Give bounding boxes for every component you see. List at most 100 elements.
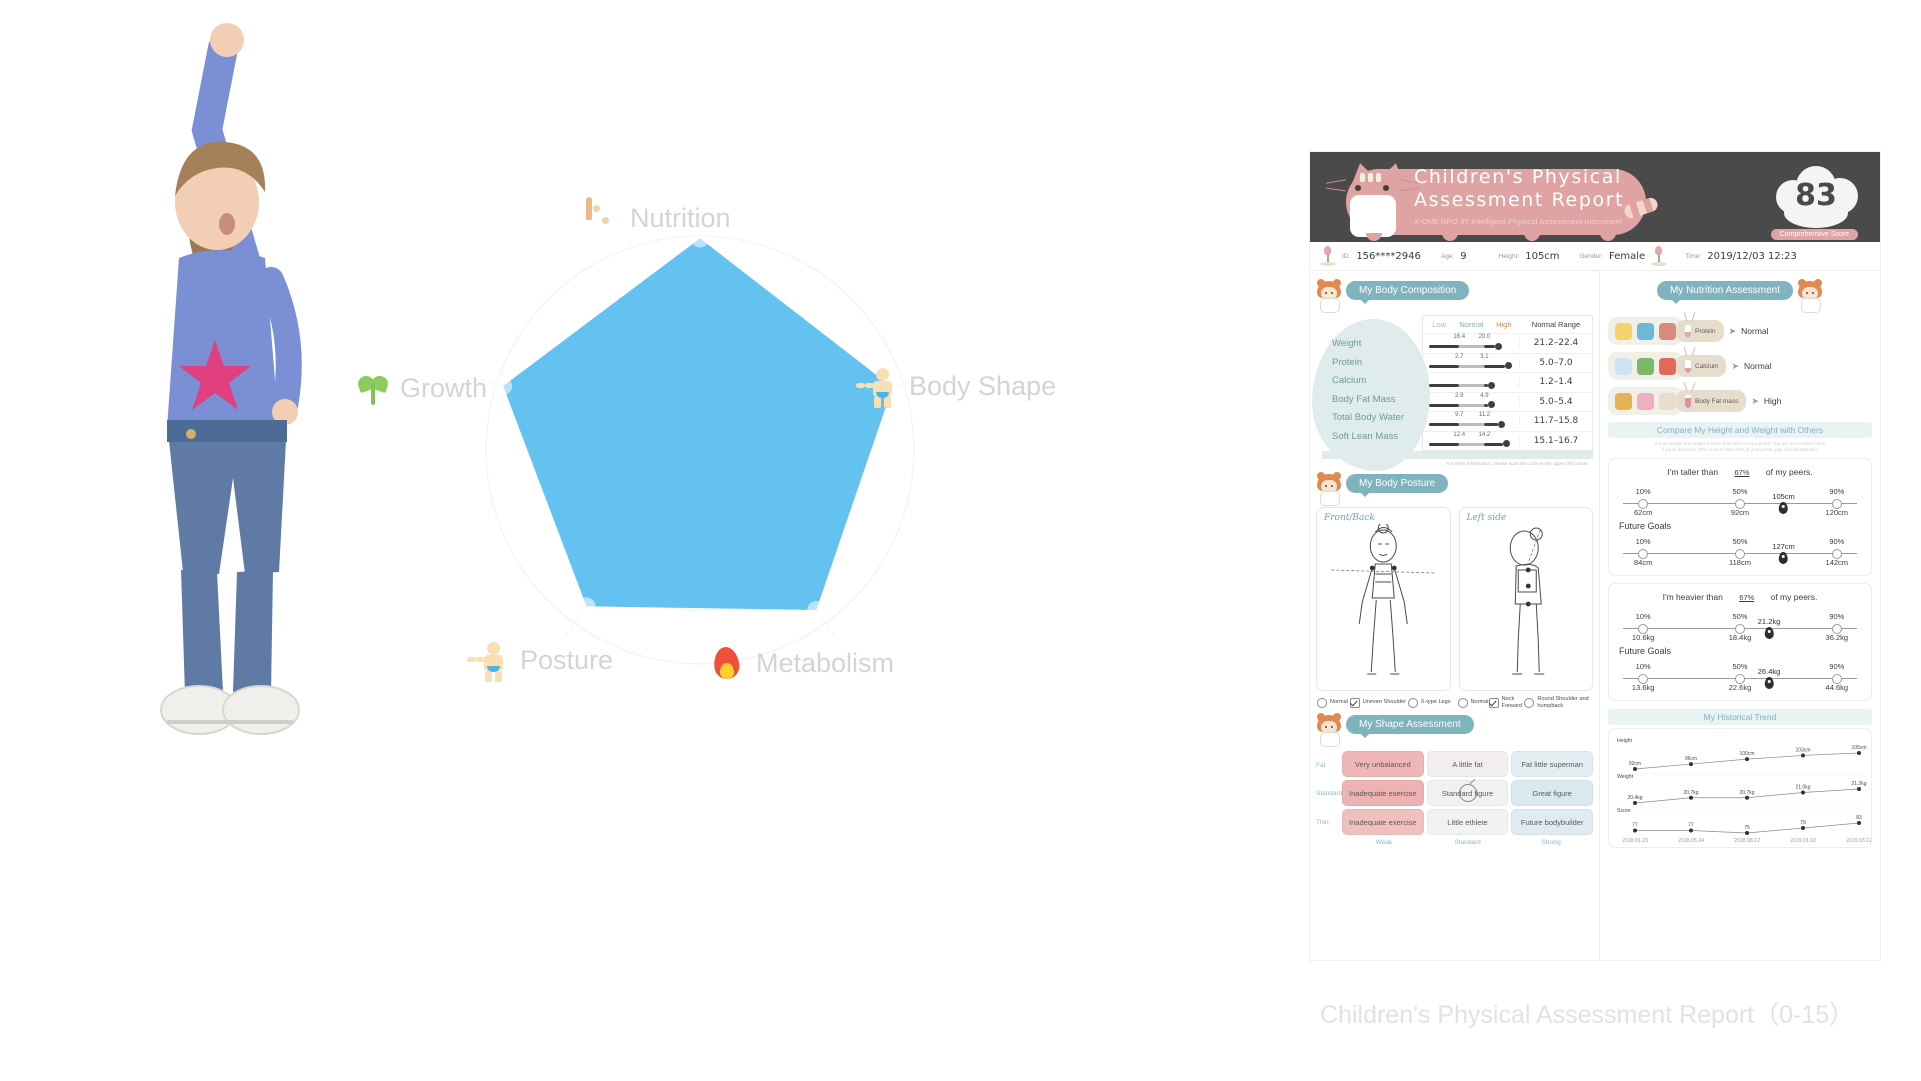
height-current-slider[interactable]: 10% 62cm 50% 92cm 90% 120cm 105cm xyxy=(1619,483,1861,517)
nutrition-food-icons xyxy=(1608,387,1683,415)
table-row: 16.4 20.0 21.2–22.4 xyxy=(1423,333,1592,353)
historical-trend-chart: Height 92cm 96cm 100cm 103cm 105cm Weight 20.4k… xyxy=(1608,728,1872,848)
svg-text:2018.08.12: 2018.08.12 xyxy=(1734,838,1760,844)
antenna-icon xyxy=(1685,382,1695,391)
weight-goal-slider[interactable]: 10% 13.6kg 50% 22.6kg 90% 44.6kg 26.4kg xyxy=(1619,658,1861,692)
posture-checkbox[interactable]: Normal xyxy=(1457,696,1489,709)
radar-label-text: Metabolism xyxy=(756,647,895,678)
comprehensive-score-value: 83 xyxy=(1795,178,1837,213)
svg-text:2019.01.02: 2019.01.02 xyxy=(1790,838,1816,844)
checkbox-icon[interactable] xyxy=(1457,697,1468,708)
shape-cell[interactable]: A little fat xyxy=(1426,751,1509,777)
body-composition-row-name: Weight xyxy=(1332,338,1362,349)
checkbox-icon[interactable] xyxy=(1488,697,1499,708)
weight-current-slider[interactable]: 10% 10.6kg 50% 18.4kg 90% 36.2kg 21.2kg xyxy=(1619,608,1861,642)
shape-row: Inadequate exercise Standard figure Great … xyxy=(1342,780,1594,806)
shape-cell[interactable]: Very unbalanced xyxy=(1342,751,1424,777)
posture-checkbox[interactable]: Normal xyxy=(1316,696,1348,709)
body-composition-bars: Low Normal High Normal Range 16.4 20.0 21.… xyxy=(1422,315,1593,451)
page-caption: Children's Physical Assessment Report（0-… xyxy=(1320,1001,1855,1029)
slider-percent: 90% xyxy=(1829,612,1845,621)
checkbox-icon[interactable] xyxy=(1349,697,1360,708)
body-composition-row-name: Protein xyxy=(1332,356,1363,368)
side-posture-check-group[interactable]: Normal Neck Forward Round Shoulder and hum… xyxy=(1457,696,1594,709)
radar-label-text: Body Shape xyxy=(909,370,1057,401)
burger-icon xyxy=(1615,392,1632,410)
table-row: 12.4 14.2 15.1–16.7 xyxy=(1423,430,1592,451)
height-goal-slider[interactable]: 10% 84cm 50% 118cm 90% 142cm 127cm xyxy=(1619,533,1861,567)
body-composition-row-name: Total Body Water xyxy=(1332,412,1404,423)
child-illustration xyxy=(160,23,302,735)
icecream-icon xyxy=(1659,392,1676,410)
svg-text:77: 77 xyxy=(1632,823,1638,829)
height-compare-card: I'm taller than 67% of my peers. 10% 62cm… xyxy=(1608,458,1872,576)
svg-text:2018.05.24: 2018.05.24 xyxy=(1678,838,1704,844)
age-label: Age: xyxy=(1440,252,1455,260)
posture-cards: Front/Back Left side xyxy=(1316,507,1593,691)
report-title-line1: Children's Physical xyxy=(1414,166,1622,188)
nutrition-section-header: My Nutrition Assessment xyxy=(1608,279,1872,313)
antenna-icon xyxy=(1685,312,1695,321)
shape-cell[interactable]: Great figure xyxy=(1511,780,1594,806)
flower-icon xyxy=(1651,246,1668,266)
svg-text:21.0kg: 21.0kg xyxy=(1795,785,1810,791)
weight-sentence-pre: I'm heavier than xyxy=(1662,592,1723,602)
posture-figure-front xyxy=(1331,524,1436,675)
flower-icon xyxy=(1320,246,1336,266)
nutrition-status: Normal xyxy=(1744,361,1772,371)
slider-value: 18.4kg xyxy=(1728,633,1752,642)
shape-cell[interactable]: Fat little superman xyxy=(1511,751,1594,777)
checkbox-icon[interactable] xyxy=(1316,697,1327,708)
weight-sentence: I'm heavier than 67% of my peers. xyxy=(1619,592,1861,602)
checkbox-label: X-type Legs xyxy=(1420,699,1451,706)
checkbox-icon[interactable] xyxy=(1407,697,1418,708)
shape-assessment-title: My Shape Assessment xyxy=(1346,715,1474,738)
slider-percent: 10% xyxy=(1635,662,1651,671)
front-posture-check-group[interactable]: Normal Uneven Shoulder X-type Legs xyxy=(1316,696,1452,709)
shape-cells: Very unbalanced A little fat Fat little su… xyxy=(1342,751,1594,835)
posture-checkbox[interactable]: X-type Legs xyxy=(1407,696,1451,709)
meat-icon xyxy=(1659,322,1676,340)
slider-percent: 50% xyxy=(1732,487,1748,496)
posture-card-caption: Left side xyxy=(1466,513,1507,523)
shape-cell[interactable]: Future bodybuilder xyxy=(1511,809,1594,835)
svg-text:79: 79 xyxy=(1800,820,1806,826)
slider-percent: 10% xyxy=(1635,537,1651,546)
posture-card-left-side: Left side xyxy=(1458,507,1593,691)
slider-value: 118cm xyxy=(1729,558,1751,567)
weight-percent: 67% xyxy=(1739,593,1755,602)
shape-cell[interactable]: Standard figure xyxy=(1426,780,1509,806)
report-title-line2: Assessment Report xyxy=(1414,189,1625,211)
weight-sentence-post: of my peers. xyxy=(1770,592,1818,602)
slider-value: 44.6kg xyxy=(1825,683,1849,692)
shape-cell[interactable]: Inadequate exercise xyxy=(1342,780,1424,806)
body-posture-title: My Body Posture xyxy=(1346,474,1449,497)
col-normal: Normal xyxy=(1459,320,1484,329)
nutrition-status: High xyxy=(1763,396,1782,406)
shape-cell[interactable]: Little ethlete xyxy=(1426,809,1509,835)
svg-text:2019.03.12: 2019.03.12 xyxy=(1846,838,1871,844)
body-shape-icon xyxy=(856,368,899,408)
nutrient-label: Calcium xyxy=(1695,362,1719,370)
posture-checkbox[interactable]: Neck Forward xyxy=(1488,696,1525,709)
body-composition-section-header: My Body Composition xyxy=(1316,279,1593,313)
posture-checkbox[interactable]: Uneven Shoulder xyxy=(1349,696,1406,709)
posture-checkbox[interactable]: Round Shoulder and humpback xyxy=(1524,696,1593,709)
height-value: 105cm xyxy=(1525,250,1560,262)
shape-row: Very unbalanced A little fat Fat little su… xyxy=(1342,751,1594,777)
compare-title: Compare My Height and Weight with Others xyxy=(1608,422,1872,438)
sprout-icon xyxy=(356,370,390,406)
checkbox-icon[interactable] xyxy=(1524,697,1535,708)
nutrient-label: Body Fat mass xyxy=(1695,397,1739,405)
shape-cell[interactable]: Inadequate exercise xyxy=(1342,809,1424,835)
slider-value: 22.6kg xyxy=(1728,683,1752,692)
height-goal-label: Future Goals xyxy=(1619,521,1672,531)
report-header: Children's Physical Assessment Report X-… xyxy=(1310,152,1880,242)
mascot-icon xyxy=(1797,279,1823,313)
shape-x-label: Weak xyxy=(1375,839,1393,846)
slider-percent: 50% xyxy=(1732,662,1748,671)
shape-y-label: Thin xyxy=(1316,818,1329,826)
col-normal-range: Normal Range xyxy=(1531,320,1581,329)
table-row: 2.7 3.1 5.0–7.0 xyxy=(1423,352,1592,373)
body-composition-header-row: Low Normal High Normal Range xyxy=(1423,316,1592,333)
